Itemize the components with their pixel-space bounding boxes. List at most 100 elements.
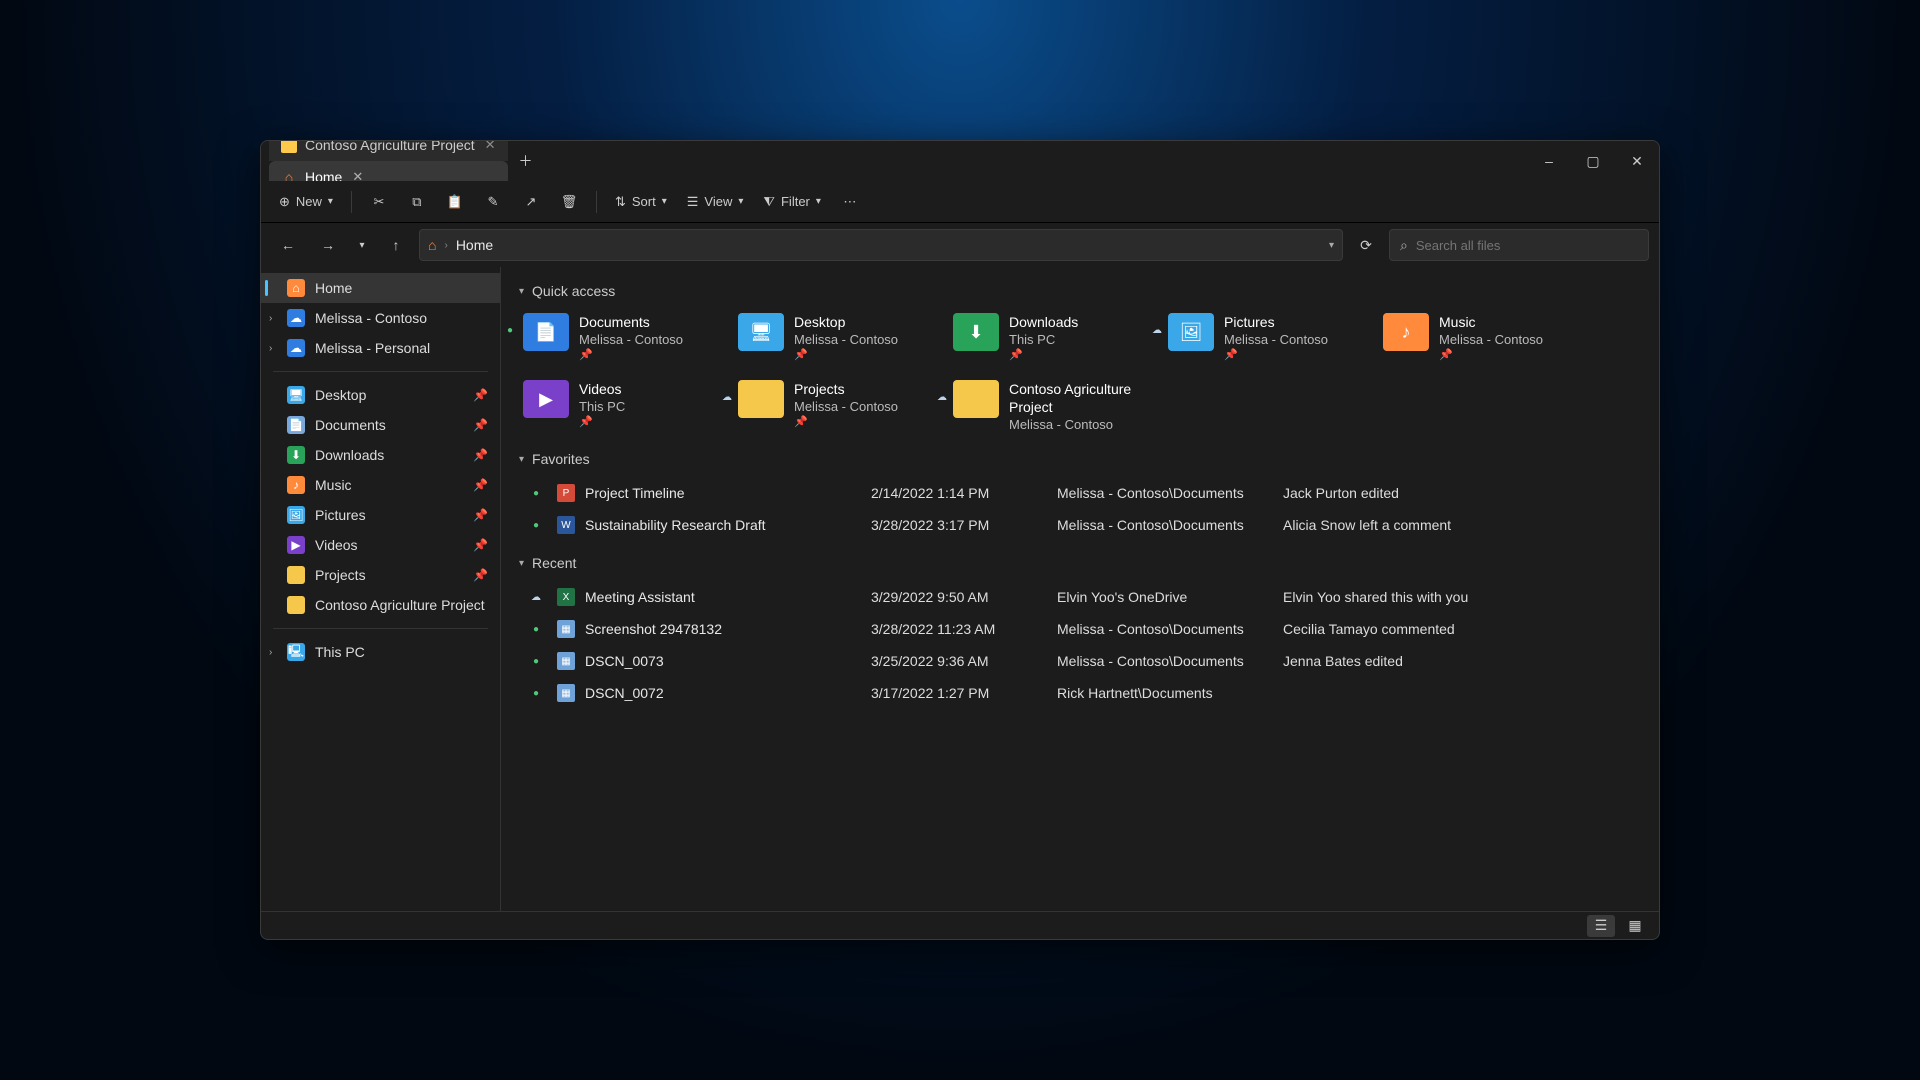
view-label: View — [704, 194, 732, 209]
file-location: Melissa - Contoso\Documents — [1057, 517, 1277, 533]
sidebar-item[interactable]: 🖥Desktop📌 — [261, 380, 500, 410]
file-row[interactable]: ●▦DSCN_00723/17/2022 1:27 PMRick Hartnet… — [519, 677, 1643, 709]
folder-icon: ♪ — [1383, 313, 1429, 351]
quick-access-item[interactable]: ▶VideosThis PC📌 — [519, 376, 724, 437]
pin-icon: 📌 — [473, 388, 488, 402]
sync-status-icon: ● — [533, 624, 539, 635]
sidebar-item[interactable]: ▶Videos📌 — [261, 530, 500, 560]
tab[interactable]: Contoso Agriculture Project✕ — [269, 140, 508, 161]
sidebar-item[interactable]: 🖼Pictures📌 — [261, 500, 500, 530]
file-date: 3/25/2022 9:36 AM — [871, 653, 1051, 669]
file-location: Rick Hartnett\Documents — [1057, 685, 1277, 701]
search-box[interactable]: ⌕ — [1389, 229, 1649, 261]
sidebar-item[interactable]: ⌂Home — [261, 273, 500, 303]
chevron-down-icon: ▾ — [662, 196, 667, 207]
quick-access-item[interactable]: 🖥DesktopMelissa - Contoso📌 — [734, 309, 939, 366]
view-icon: ☰ — [687, 194, 699, 210]
section-favorites[interactable]: ▾ Favorites — [519, 451, 1643, 467]
minimize-button[interactable]: – — [1527, 141, 1571, 181]
quick-access-item[interactable]: ☁ProjectsMelissa - Contoso📌 — [734, 376, 939, 437]
section-label: Recent — [532, 555, 576, 571]
sidebar-item-label: Pictures — [315, 507, 366, 523]
refresh-button[interactable]: ⟳ — [1349, 230, 1383, 260]
section-label: Quick access — [532, 283, 615, 299]
quick-access-item[interactable]: ●📄DocumentsMelissa - Contoso📌 — [519, 309, 724, 366]
section-recent[interactable]: ▾ Recent — [519, 555, 1643, 571]
new-tab-button[interactable]: ＋ — [510, 151, 542, 171]
folder-icon — [281, 140, 297, 153]
paste-button[interactable]: 📋 — [438, 187, 472, 217]
rename-button[interactable]: ✎ — [476, 187, 510, 217]
cloud-status-icon: ☁ — [937, 392, 947, 403]
file-type-icon: ▦ — [557, 684, 575, 702]
file-row[interactable]: ●▦Screenshot 294781323/28/2022 11:23 AMM… — [519, 613, 1643, 645]
sidebar-item[interactable]: Contoso Agriculture Project — [261, 590, 500, 620]
folder-icon — [287, 596, 305, 614]
file-row[interactable]: ●PProject Timeline2/14/2022 1:14 PMMelis… — [519, 477, 1643, 509]
sidebar-item[interactable]: ›🖳This PC — [261, 637, 500, 667]
sidebar-item[interactable]: ♪Music📌 — [261, 470, 500, 500]
breadcrumb-current: Home — [456, 237, 493, 253]
tab-close-button[interactable]: ✕ — [483, 140, 498, 153]
pin-icon: 📌 — [473, 508, 488, 522]
sidebar-item[interactable]: ›☁Melissa - Personal — [261, 333, 500, 363]
filter-button[interactable]: ⧨ Filter ▾ — [755, 187, 829, 217]
cloud-status-icon: ☁ — [1152, 325, 1162, 336]
tab-close-button[interactable]: ✕ — [350, 169, 365, 185]
music-icon: ♪ — [287, 476, 305, 494]
address-bar[interactable]: ⌂ › Home ▾ — [419, 229, 1343, 261]
quick-access-item[interactable]: ♪MusicMelissa - Contoso📌 — [1379, 309, 1584, 366]
quick-access-item[interactable]: ☁Contoso Agriculture ProjectMelissa - Co… — [949, 376, 1154, 437]
tiles-view-button[interactable]: ▦ — [1621, 915, 1649, 937]
share-button[interactable]: ↗ — [514, 187, 548, 217]
search-input[interactable] — [1416, 238, 1638, 253]
sidebar-item-label: Contoso Agriculture Project — [315, 597, 485, 613]
folder-icon: ▶ — [523, 380, 569, 418]
sidebar-item-label: Desktop — [315, 387, 366, 403]
chevron-down-icon[interactable]: ▾ — [1329, 240, 1334, 251]
pin-icon: 📌 — [473, 448, 488, 462]
toolbar: ⊕ New ▾ ✂ ⧉ 📋 ✎ ↗ 🗑 ⇅ Sort ▾ ☰ View ▾ ⧨ … — [261, 181, 1659, 223]
file-activity: Alicia Snow left a comment — [1283, 517, 1643, 533]
cloud-status-icon: ☁ — [531, 592, 541, 603]
filter-label: Filter — [781, 194, 810, 209]
file-row[interactable]: ●▦DSCN_00733/25/2022 9:36 AMMelissa - Co… — [519, 645, 1643, 677]
chevron-down-icon: ▾ — [816, 196, 821, 207]
view-button[interactable]: ☰ View ▾ — [679, 187, 752, 217]
sidebar-item[interactable]: ›☁Melissa - Contoso — [261, 303, 500, 333]
quick-access-item[interactable]: ☁🖼PicturesMelissa - Contoso📌 — [1164, 309, 1369, 366]
section-quick-access[interactable]: ▾ Quick access — [519, 283, 1643, 299]
more-button[interactable]: ⋯ — [833, 187, 867, 217]
file-type-icon: P — [557, 484, 575, 502]
rename-icon: ✎ — [488, 194, 499, 210]
quick-access-item[interactable]: ⬇DownloadsThis PC📌 — [949, 309, 1154, 366]
recent-locations-button[interactable]: ▾ — [351, 230, 373, 260]
copy-button[interactable]: ⧉ — [400, 187, 434, 217]
file-row[interactable]: ☁XMeeting Assistant3/29/2022 9:50 AMElvi… — [519, 581, 1643, 613]
file-name: DSCN_0072 — [585, 685, 865, 701]
sidebar-item-label: This PC — [315, 644, 365, 660]
close-button[interactable]: ✕ — [1615, 141, 1659, 181]
pin-icon: 📌 — [579, 348, 683, 362]
delete-button[interactable]: 🗑 — [552, 187, 586, 217]
home-icon: ⌂ — [428, 237, 436, 253]
folder-icon — [287, 566, 305, 584]
sidebar-item[interactable]: ⬇Downloads📌 — [261, 440, 500, 470]
new-button[interactable]: ⊕ New ▾ — [271, 187, 341, 217]
sidebar-item-label: Home — [315, 280, 352, 296]
back-button[interactable]: ← — [271, 230, 305, 260]
sidebar-item[interactable]: Projects📌 — [261, 560, 500, 590]
copy-icon: ⧉ — [412, 194, 421, 210]
cut-button[interactable]: ✂ — [362, 187, 396, 217]
sidebar-item[interactable]: 📄Documents📌 — [261, 410, 500, 440]
file-date: 2/14/2022 1:14 PM — [871, 485, 1051, 501]
cloud-status-icon: ☁ — [722, 392, 732, 403]
address-row: ← → ▾ ↑ ⌂ › Home ▾ ⟳ ⌕ — [261, 223, 1659, 267]
up-button[interactable]: ↑ — [379, 230, 413, 260]
details-view-button[interactable]: ☰ — [1587, 915, 1615, 937]
maximize-button[interactable]: ▢ — [1571, 141, 1615, 181]
file-row[interactable]: ●WSustainability Research Draft3/28/2022… — [519, 509, 1643, 541]
content-pane: ▾ Quick access ●📄DocumentsMelissa - Cont… — [501, 267, 1659, 911]
forward-button[interactable]: → — [311, 230, 345, 260]
sort-button[interactable]: ⇅ Sort ▾ — [607, 187, 675, 217]
